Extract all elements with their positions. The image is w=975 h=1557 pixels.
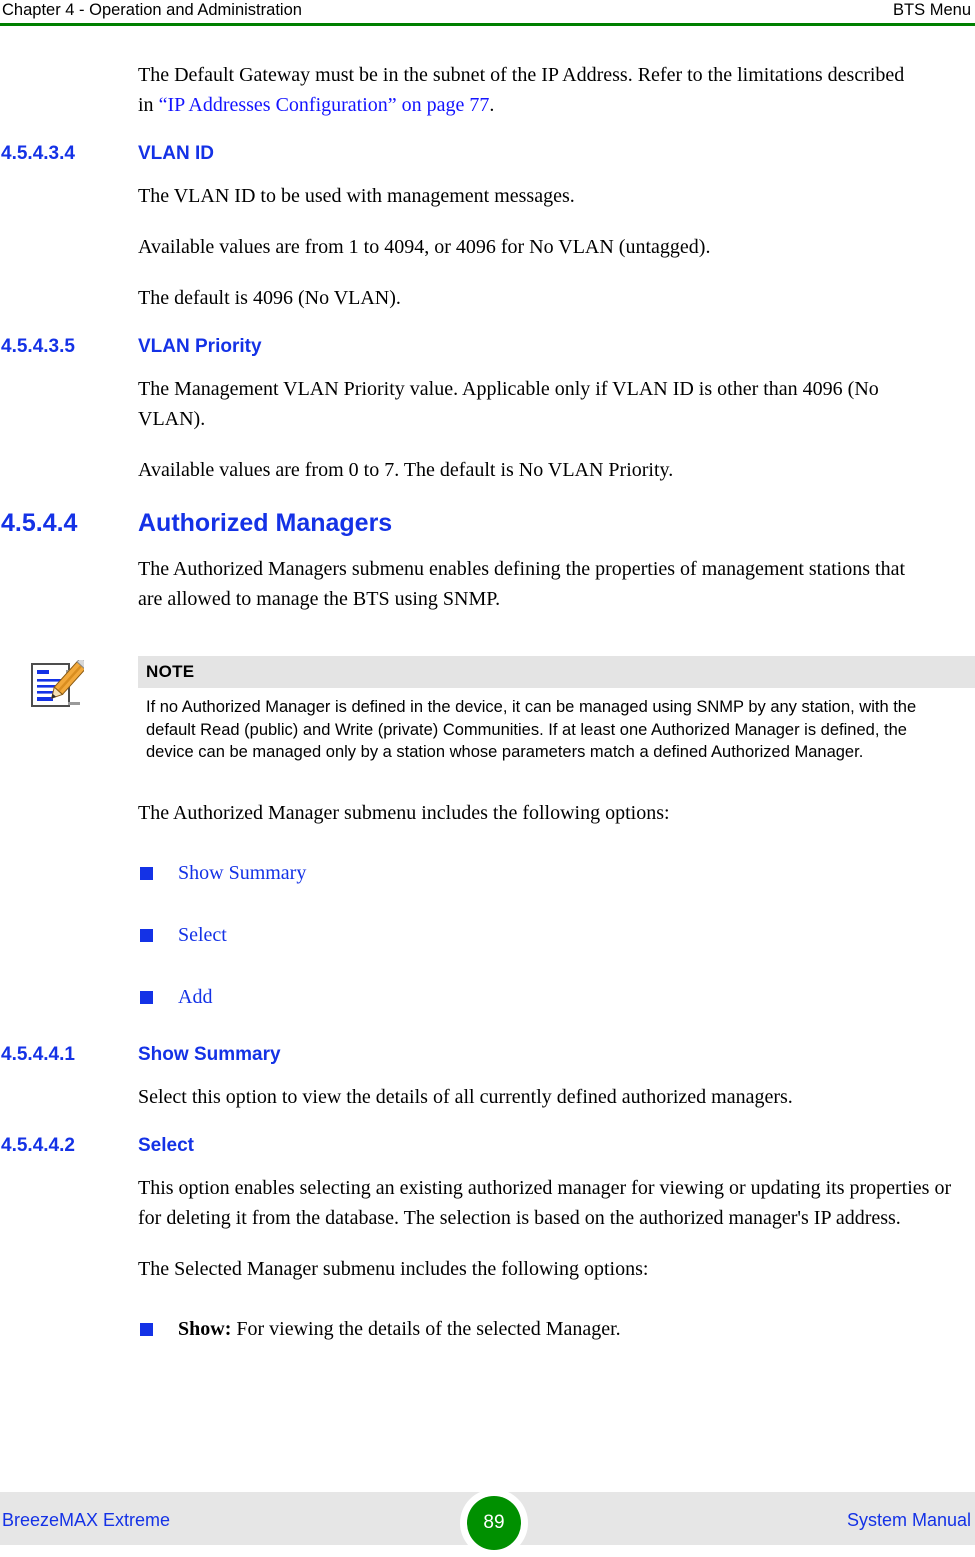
list-item[interactable]: Show Summary: [140, 858, 940, 888]
heading-number-authorized-managers: 4.5.4.4: [1, 509, 78, 537]
intro-line-1: The Default Gateway must be in the subne…: [138, 64, 733, 86]
heading-number-vlan-priority: 4.5.4.3.5: [1, 336, 75, 357]
header-chapter-title: Chapter 4 - Operation and Administration: [2, 1, 302, 19]
footer-product-name: BreezeMAX Extreme: [2, 1510, 171, 1530]
heading-title-show-summary: Show Summary: [138, 1043, 281, 1065]
list-item[interactable]: Add: [140, 982, 940, 1012]
note-admonition: NOTE If no Authorized Manager is defined…: [0, 653, 975, 764]
option-link-show-summary[interactable]: Show Summary: [178, 858, 306, 888]
note-text: If no Authorized Manager is defined in t…: [146, 698, 917, 761]
square-bullet-icon: [140, 928, 153, 942]
ip-addresses-configuration-xref[interactable]: “IP Addresses Configuration” on page 77: [159, 94, 490, 116]
heading-authorized-managers: 4.5.4.4 Authorized Managers: [0, 506, 975, 540]
heading-number-show-summary: 4.5.4.4.1: [1, 1043, 75, 1065]
note-title-bar: NOTE: [138, 656, 975, 688]
show-summary-paragraph-1: Select this option to view the details o…: [138, 1085, 793, 1108]
vlan-priority-paragraph-1: The Management VLAN Priority value. Appl…: [138, 378, 879, 430]
heading-title-select: Select: [138, 1134, 194, 1156]
list-item: Show: For viewing the details of the sel…: [140, 1314, 940, 1344]
heading-title-vlan-priority: VLAN Priority: [138, 336, 262, 357]
page-number-badge: 89: [467, 1496, 521, 1550]
square-bullet-icon: [140, 990, 153, 1004]
heading-vlan-priority: 4.5.4.3.5 VLAN Priority: [0, 334, 975, 360]
option-link-add[interactable]: Add: [178, 982, 212, 1012]
selected-manager-option-show-description: For viewing the details of the selected …: [231, 1317, 621, 1340]
square-bullet-icon: [140, 866, 153, 880]
authorized-managers-paragraph-2: The Authorized Manager submenu includes …: [138, 801, 670, 824]
heading-number-select: 4.5.4.4.2: [1, 1134, 75, 1156]
authorized-managers-paragraph-1: The Authorized Managers submenu enables …: [138, 558, 906, 610]
heading-title-vlan-id: VLAN ID: [138, 143, 214, 164]
header-divider-rule: [0, 23, 975, 26]
footer-manual-name: System Manual: [846, 1510, 971, 1530]
intro-line-2-suffix: .: [489, 94, 495, 116]
vlan-priority-paragraph-2: Available values are from 0 to 7. The de…: [138, 459, 674, 481]
heading-title-authorized-managers: Authorized Managers: [138, 509, 393, 537]
note-body: NOTE If no Authorized Manager is defined…: [138, 656, 975, 764]
page-number: 89: [483, 1512, 505, 1533]
heading-number-vlan-id: 4.5.4.3.4: [1, 143, 75, 164]
option-link-select[interactable]: Select: [178, 920, 227, 950]
intro-paragraph: The Default Gateway must be in the subne…: [138, 60, 908, 120]
heading-select: 4.5.4.4.2 Select: [0, 1133, 975, 1159]
selected-manager-option-show-label: Show:: [178, 1317, 232, 1340]
selected-manager-option-show: Show: For viewing the details of the sel…: [178, 1314, 621, 1344]
select-paragraph-2: The Selected Manager submenu includes th…: [138, 1257, 649, 1280]
note-pencil-icon: [28, 653, 93, 714]
square-bullet-icon: [140, 1322, 153, 1336]
header-section-title: BTS Menu: [893, 1, 971, 19]
list-item[interactable]: Select: [140, 920, 940, 950]
heading-show-summary: 4.5.4.4.1 Show Summary: [0, 1042, 975, 1068]
heading-vlan-id: 4.5.4.3.4 VLAN ID: [0, 141, 975, 167]
select-paragraph-1: This option enables selecting an existin…: [138, 1176, 952, 1229]
note-title: NOTE: [146, 662, 195, 681]
vlan-id-paragraph-2: Available values are from 1 to 4094, or …: [138, 236, 711, 258]
vlan-id-paragraph-3: The default is 4096 (No VLAN).: [138, 287, 401, 309]
document-content: The Default Gateway must be in the subne…: [0, 60, 975, 1344]
vlan-id-paragraph-1: The VLAN ID to be used with management m…: [138, 185, 575, 207]
